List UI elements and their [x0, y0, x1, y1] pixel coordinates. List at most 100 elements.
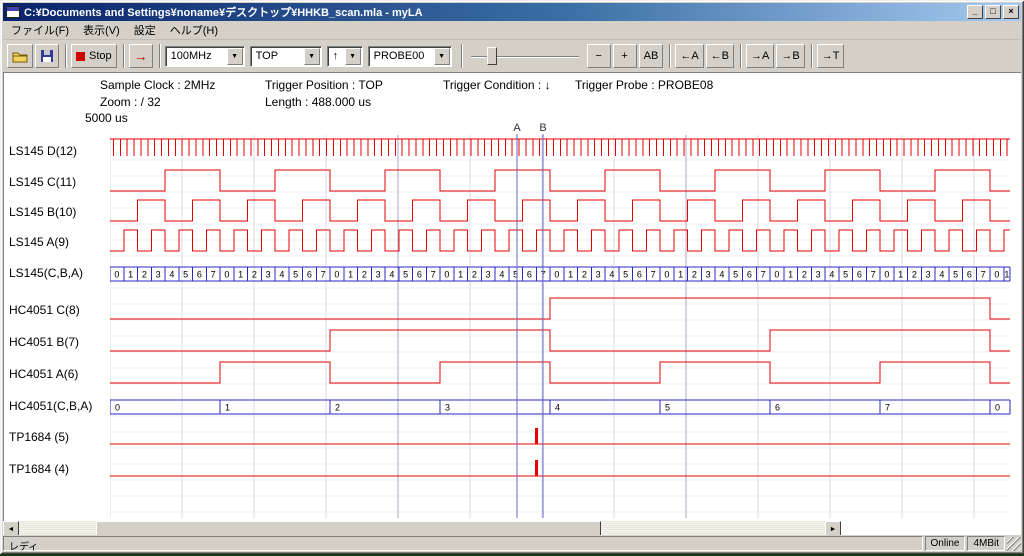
svg-text:2: 2 — [582, 270, 587, 280]
menu-settings[interactable]: 設定 — [127, 20, 163, 40]
svg-text:5: 5 — [403, 270, 408, 280]
svg-text:6: 6 — [967, 270, 972, 280]
trace-5 — [110, 298, 1010, 319]
trace-2 — [110, 200, 1010, 221]
svg-text:3: 3 — [266, 270, 271, 280]
run-button[interactable]: → — [129, 44, 153, 68]
svg-text:7: 7 — [431, 270, 436, 280]
trace-6 — [110, 330, 1010, 351]
svg-text:0: 0 — [884, 270, 889, 280]
svg-text:0: 0 — [114, 270, 119, 280]
dropdown-arrow-icon[interactable]: ▼ — [304, 48, 320, 65]
svg-text:2: 2 — [692, 270, 697, 280]
svg-text:0: 0 — [995, 403, 1000, 413]
trigger-edge-select[interactable]: ↑ ▼ — [327, 46, 363, 67]
trigger-probe-select[interactable]: PROBE00 ▼ — [368, 46, 452, 67]
svg-text:0: 0 — [444, 270, 449, 280]
resize-grip[interactable] — [1007, 537, 1021, 551]
svg-text:7: 7 — [211, 270, 216, 280]
toolbar-separator — [740, 44, 742, 68]
channel-label-1: LS145 C(11) — [9, 175, 76, 191]
svg-text:6: 6 — [775, 403, 780, 413]
menu-file[interactable]: ファイル(F) — [4, 20, 76, 40]
svg-text:0: 0 — [334, 270, 339, 280]
sample-rate-value: 100MHz — [166, 50, 227, 62]
svg-text:5: 5 — [953, 270, 958, 280]
svg-text:3: 3 — [445, 403, 450, 413]
channel-label-9: TP1684 (5) — [9, 430, 69, 446]
svg-text:4: 4 — [389, 270, 394, 280]
trigger-position-select[interactable]: TOP ▼ — [250, 46, 322, 67]
svg-text:3: 3 — [706, 270, 711, 280]
toolbar-separator — [669, 44, 671, 68]
svg-text:B: B — [539, 122, 546, 134]
svg-text:1: 1 — [898, 270, 903, 280]
svg-text:4: 4 — [829, 270, 834, 280]
grid — [110, 135, 1010, 518]
svg-text:0: 0 — [554, 270, 559, 280]
trace-7 — [110, 362, 1010, 383]
channel-label-4: LS145(C,B,A) — [9, 266, 83, 282]
app-icon — [6, 6, 20, 18]
zoom-in-button[interactable]: + — [613, 44, 637, 68]
zoom-slider[interactable] — [469, 44, 581, 68]
status-message: レディ — [3, 536, 923, 551]
info-trigger-condition: Trigger Condition : ↓ — [443, 78, 551, 92]
svg-text:1: 1 — [225, 403, 230, 413]
svg-text:1: 1 — [348, 270, 353, 280]
svg-text:5: 5 — [843, 270, 848, 280]
info-length: Length : 488.000 us — [265, 95, 371, 109]
save-button[interactable] — [35, 44, 59, 68]
app-window: C:¥Documents and Settings¥noname¥デスクトップ¥… — [0, 0, 1024, 554]
zoom-slider-handle[interactable] — [487, 47, 497, 65]
waveform-canvas[interactable]: 0123456701234567012345670123456701234567… — [110, 120, 1012, 518]
svg-text:0: 0 — [664, 270, 669, 280]
maximize-button[interactable]: □ — [985, 5, 1001, 19]
trace-0 — [110, 139, 1010, 156]
menu-help[interactable]: ヘルプ(H) — [163, 20, 225, 40]
title-bar[interactable]: C:¥Documents and Settings¥noname¥デスクトップ¥… — [3, 3, 1021, 21]
goto-trigger-button[interactable]: →T — [817, 44, 845, 68]
dropdown-arrow-icon[interactable]: ▼ — [227, 48, 243, 65]
svg-text:1: 1 — [568, 270, 573, 280]
svg-text:2: 2 — [912, 270, 917, 280]
svg-text:7: 7 — [651, 270, 656, 280]
goto-b-left-button[interactable]: ←B — [706, 44, 734, 68]
goto-b-right-button[interactable]: →B — [776, 44, 804, 68]
svg-text:4: 4 — [169, 270, 174, 280]
dropdown-arrow-icon[interactable]: ▼ — [345, 48, 361, 65]
svg-text:3: 3 — [926, 270, 931, 280]
dropdown-arrow-icon[interactable]: ▼ — [434, 48, 450, 65]
trace-1 — [110, 170, 1010, 191]
channel-label-2: LS145 B(10) — [9, 205, 76, 221]
minimize-button[interactable]: _ — [967, 5, 983, 19]
svg-text:6: 6 — [637, 270, 642, 280]
svg-text:5: 5 — [665, 403, 670, 413]
stop-button[interactable]: Stop — [71, 44, 117, 68]
toolbar-separator — [123, 44, 125, 68]
goto-a-right-button[interactable]: →A — [746, 44, 774, 68]
channel-label-10: TP1684 (4) — [9, 462, 69, 478]
menu-view[interactable]: 表示(V) — [76, 20, 127, 40]
svg-text:5: 5 — [733, 270, 738, 280]
goto-a-left-button[interactable]: ←A — [675, 44, 703, 68]
sample-rate-select[interactable]: 100MHz ▼ — [165, 46, 245, 67]
svg-text:6: 6 — [857, 270, 862, 280]
trace-9 — [110, 428, 1010, 444]
ab-range-button[interactable]: AB — [639, 44, 664, 68]
status-bar: レディ Online 4MBit — [3, 535, 1021, 551]
svg-text:6: 6 — [417, 270, 422, 280]
close-button[interactable]: × — [1003, 5, 1019, 19]
channel-label-8: HC4051(C,B,A) — [9, 399, 92, 415]
zoom-out-button[interactable]: − — [587, 44, 611, 68]
svg-text:1: 1 — [788, 270, 793, 280]
svg-text:0: 0 — [224, 270, 229, 280]
open-button[interactable] — [7, 44, 33, 68]
info-zoom: Zoom : / 32 — [100, 95, 161, 109]
toolbar: Stop → 100MHz ▼ TOP ▼ ↑ ▼ PROBE00 ▼ − + — [3, 40, 1021, 72]
svg-text:2: 2 — [335, 403, 340, 413]
svg-text:1: 1 — [678, 270, 683, 280]
trace-4: 0123456701234567012345670123456701234567… — [110, 267, 1010, 281]
stop-icon — [76, 52, 85, 61]
svg-text:3: 3 — [596, 270, 601, 280]
